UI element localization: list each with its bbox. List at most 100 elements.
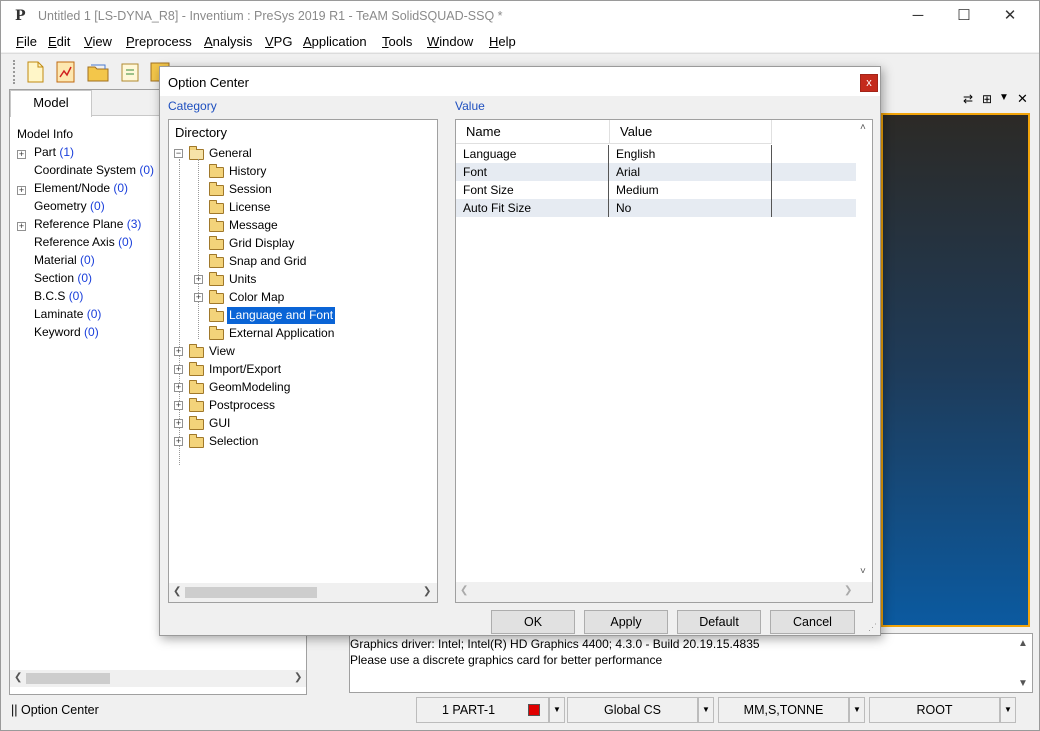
tree-item-element-node[interactable]: Element/Node (0) [34, 181, 128, 195]
close-window-button[interactable]: ✕ [987, 1, 1033, 32]
units-selector[interactable]: MM,S,TONNE [718, 697, 849, 723]
scroll-right-icon[interactable]: ❯ [423, 586, 431, 597]
tree-item-view[interactable]: View [209, 343, 235, 360]
chevron-down-icon[interactable]: ▼ [1000, 697, 1016, 723]
tree-item-part[interactable]: Part (1) [34, 145, 74, 159]
grid-layout-icon[interactable]: ⊞ [982, 92, 992, 106]
tree-item-coordinate-system[interactable]: Coordinate System (0) [34, 163, 154, 177]
menu-application[interactable]: Application [303, 34, 367, 49]
minimize-button[interactable]: ─ [895, 1, 941, 32]
tree-item-color-map[interactable]: Color Map [229, 289, 284, 306]
tree-item-gui[interactable]: GUI [209, 415, 230, 432]
table-row[interactable]: Language English [456, 145, 857, 163]
open-plot-icon[interactable] [54, 60, 78, 84]
chevron-down-icon[interactable]: ▼ [698, 697, 714, 723]
setting-value[interactable]: No [609, 199, 772, 217]
category-horizontal-scrollbar[interactable]: ❮ ❯ [169, 583, 437, 602]
open-folder-icon[interactable] [86, 60, 110, 84]
setting-value[interactable]: Arial [609, 163, 772, 181]
expand-icon[interactable]: + [174, 437, 183, 446]
tree-item-section[interactable]: Section (0) [34, 271, 92, 285]
apply-button[interactable]: Apply [584, 610, 668, 634]
tree-item-import-export[interactable]: Import/Export [209, 361, 281, 378]
left-horizontal-scrollbar[interactable]: ❮ ❯ [10, 670, 306, 687]
scroll-down-icon[interactable]: ˅ [860, 566, 866, 577]
coordinate-system-selector[interactable]: Global CS [567, 697, 698, 723]
setting-value[interactable]: Medium [609, 181, 772, 199]
tree-item-keyword[interactable]: Keyword (0) [34, 325, 99, 339]
tree-item-laminate[interactable]: Laminate (0) [34, 307, 101, 321]
new-file-icon[interactable] [23, 60, 47, 84]
menu-analysis[interactable]: Analysis [204, 34, 252, 49]
value-horizontal-scrollbar[interactable]: ❮ ❯ [456, 582, 872, 602]
tree-item-material[interactable]: Material (0) [34, 253, 95, 267]
tree-item-snap-and-grid[interactable]: Snap and Grid [229, 253, 306, 270]
tree-item-license[interactable]: License [229, 199, 270, 216]
expand-icon[interactable]: + [194, 293, 203, 302]
scroll-up-icon[interactable]: ▲ [1018, 638, 1028, 649]
expand-icon[interactable]: + [194, 275, 203, 284]
cancel-button[interactable]: Cancel [770, 610, 855, 634]
menu-vpg[interactable]: VPG [265, 34, 292, 49]
maximize-button[interactable]: ☐ [941, 1, 987, 32]
menu-preprocess[interactable]: Preprocess [126, 34, 192, 49]
menu-edit[interactable]: Edit [48, 34, 70, 49]
menu-file[interactable]: File [16, 34, 37, 49]
expand-icon[interactable]: + [174, 419, 183, 428]
tree-item-bcs[interactable]: B.C.S (0) [34, 289, 83, 303]
toolbar-grip[interactable] [13, 60, 16, 84]
menu-tools[interactable]: Tools [382, 34, 412, 49]
expand-icon[interactable]: + [17, 222, 26, 231]
tree-item-history[interactable]: History [229, 163, 266, 180]
swap-icon[interactable]: ⇄ [963, 92, 973, 106]
table-row[interactable]: Auto Fit Size No [456, 199, 857, 217]
tree-item-selection[interactable]: Selection [209, 433, 258, 450]
tree-item-reference-axis[interactable]: Reference Axis (0) [34, 235, 133, 249]
tree-item-external-application[interactable]: External Application [229, 325, 334, 342]
tree-item-geometry[interactable]: Geometry (0) [34, 199, 105, 213]
menu-window[interactable]: Window [427, 34, 473, 49]
scroll-thumb[interactable] [185, 587, 317, 598]
tree-item-postprocess[interactable]: Postprocess [209, 397, 275, 414]
default-button[interactable]: Default [677, 610, 761, 634]
scroll-left-icon[interactable]: ❮ [173, 586, 181, 597]
tree-item-units[interactable]: Units [229, 271, 256, 288]
tree-item-geommodeling[interactable]: GeomModeling [209, 379, 290, 396]
chevron-down-icon[interactable]: ▼ [849, 697, 865, 723]
scroll-left-icon[interactable]: ❮ [14, 672, 22, 683]
table-row[interactable]: Font Arial [456, 163, 857, 181]
expand-icon[interactable]: + [174, 383, 183, 392]
menu-view[interactable]: View [84, 34, 112, 49]
column-header-value[interactable]: Value [610, 120, 772, 144]
scroll-right-icon[interactable]: ❯ [294, 672, 302, 683]
model-info-root[interactable]: Model Info [17, 127, 73, 141]
tree-item-language-and-font[interactable]: Language and Font [227, 307, 336, 324]
scroll-left-icon[interactable]: ❮ [460, 585, 468, 596]
resize-grip-icon[interactable]: ⋰ [868, 622, 877, 633]
value-vertical-scrollbar[interactable]: ˄ ˅ [856, 120, 872, 582]
root-selector[interactable]: ROOT [869, 697, 1000, 723]
tree-item-general[interactable]: General [209, 145, 252, 162]
scroll-up-icon[interactable]: ˄ [860, 122, 866, 133]
tree-item-message[interactable]: Message [229, 217, 278, 234]
tab-model[interactable]: Model [10, 90, 92, 117]
expand-icon[interactable]: + [174, 401, 183, 410]
graphics-viewport[interactable] [881, 113, 1030, 627]
collapse-icon[interactable]: − [174, 149, 183, 158]
close-view-icon[interactable]: ✕ [1017, 91, 1028, 107]
current-part-selector[interactable]: 1 PART-1 [416, 697, 549, 723]
dialog-close-button[interactable]: x [860, 74, 878, 92]
expand-icon[interactable]: + [174, 347, 183, 356]
scroll-thumb[interactable] [26, 673, 110, 684]
tree-item-session[interactable]: Session [229, 181, 272, 198]
ok-button[interactable]: OK [491, 610, 575, 634]
setting-value[interactable]: English [609, 145, 772, 163]
table-row[interactable]: Font Size Medium [456, 181, 857, 199]
scroll-down-icon[interactable]: ▼ [1018, 678, 1028, 689]
expand-icon[interactable]: + [17, 150, 26, 159]
chevron-down-icon[interactable]: ▼ [549, 697, 565, 723]
menu-help[interactable]: Help [489, 34, 516, 49]
expand-icon[interactable]: + [174, 365, 183, 374]
tree-item-reference-plane[interactable]: Reference Plane (3) [34, 217, 141, 231]
scroll-right-icon[interactable]: ❯ [844, 585, 852, 596]
